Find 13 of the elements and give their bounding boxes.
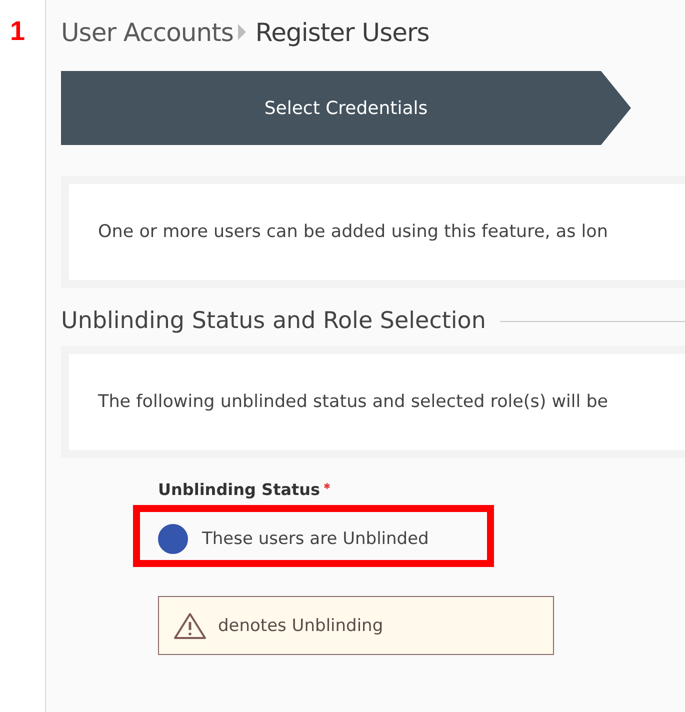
section-heading: Unblinding Status and Role Selection	[61, 308, 486, 334]
breadcrumb-item: Register Users	[255, 18, 430, 46]
section-text: The following unblinded status and selected role(s) will be	[98, 392, 608, 412]
step-number: 1	[10, 16, 26, 47]
notice-text: denotes Unblinding	[218, 616, 384, 636]
wizard-step[interactable]: Select Credentials	[61, 71, 631, 145]
field-label: Unblinding Status	[158, 480, 320, 499]
radio-label[interactable]: These users are Unblinded	[202, 529, 429, 549]
breadcrumb-item[interactable]: User Accounts	[61, 18, 234, 46]
warning-icon	[173, 612, 207, 640]
radio-button[interactable]	[158, 524, 188, 554]
intro-text: One or more users can be added using this feature, as lon	[98, 222, 608, 242]
chevron-icon	[237, 23, 248, 41]
